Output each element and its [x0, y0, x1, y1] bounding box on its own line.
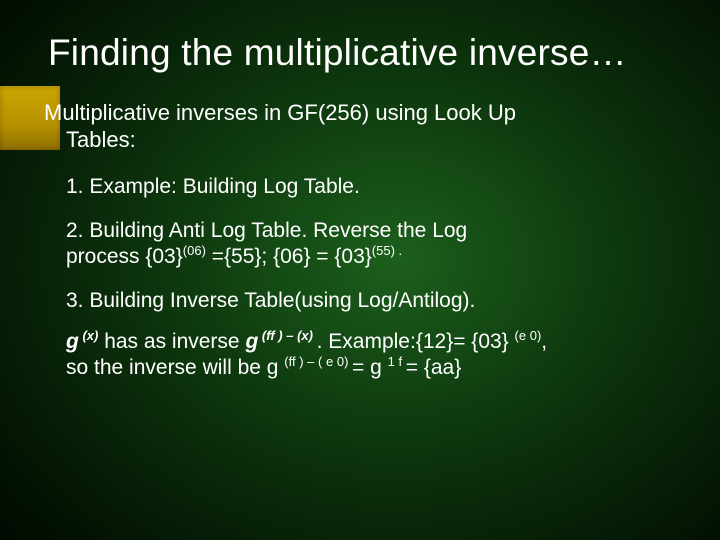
list-item-1: 1. Example: Building Log Table. — [44, 174, 680, 200]
slide-body: Multiplicative inverses in GF(256) using… — [44, 100, 680, 399]
superscript: (ff ) – (x) — [258, 328, 316, 343]
slide-title: Finding the multiplicative inverse… — [48, 32, 700, 74]
text: ={55}; {06} = {03} — [206, 245, 372, 268]
text: . Example:{12}= {03} — [317, 330, 515, 353]
var-g: g — [66, 330, 79, 353]
intro-line-1: Multiplicative inverses in GF(256) using… — [44, 100, 516, 125]
superscript: 1 f — [388, 354, 406, 369]
var-g: g — [245, 330, 258, 353]
slide: Finding the multiplicative inverse… Mult… — [0, 0, 720, 540]
text: , — [541, 330, 547, 353]
list-item-2: 2. Building Anti Log Table. Reverse the … — [44, 218, 680, 271]
superscript: (e 0) — [515, 328, 542, 343]
text: = {aa} — [406, 356, 461, 379]
superscript: (55) . — [372, 243, 402, 258]
text: has as inverse — [98, 330, 245, 353]
intro-text: Multiplicative inverses in GF(256) using… — [44, 100, 680, 154]
text: process {03} — [66, 245, 183, 268]
list-item-4: g (x) has as inverse g (ff ) – (x) . Exa… — [44, 329, 680, 382]
list-item-3: 3. Building Inverse Table(using Log/Anti… — [44, 288, 680, 314]
text: 2. Building Anti Log Table. Reverse the … — [66, 219, 467, 242]
intro-line-2: Tables: — [44, 127, 680, 154]
superscript: (06) — [183, 243, 206, 258]
text: so the inverse will be g — [66, 356, 284, 379]
text: = g — [352, 356, 388, 379]
superscript: (x) — [79, 328, 99, 343]
superscript: (ff ) – ( e 0) — [284, 354, 352, 369]
